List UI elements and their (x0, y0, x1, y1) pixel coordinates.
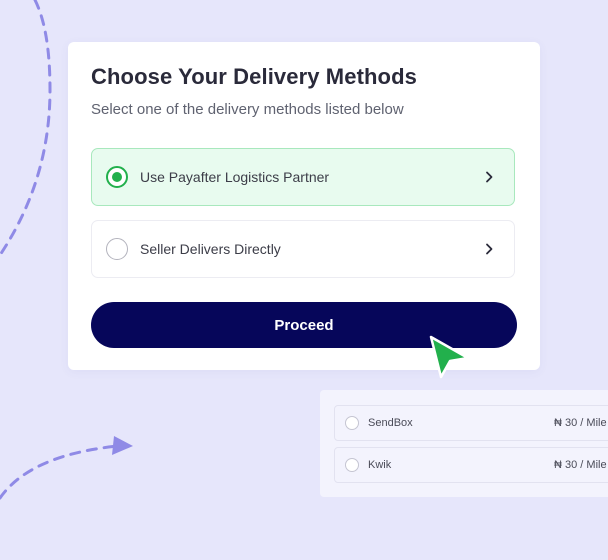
radio-icon[interactable] (106, 238, 128, 260)
carrier-option-kwik[interactable]: Kwik ₦ 30 / Mile (334, 447, 608, 483)
chevron-right-icon (486, 243, 493, 255)
carrier-options-panel: SendBox ₦ 30 / Mile Kwik ₦ 30 / Mile (320, 390, 608, 497)
carrier-option-sendbox[interactable]: SendBox ₦ 30 / Mile (334, 405, 608, 441)
option-label: Seller Delivers Directly (140, 241, 281, 257)
carrier-name: Kwik (368, 459, 392, 471)
chevron-right-icon (486, 171, 493, 183)
option-label: Use Payafter Logistics Partner (140, 169, 330, 185)
radio-icon[interactable] (345, 416, 359, 430)
carrier-name: SendBox (368, 417, 413, 429)
carrier-price: ₦ 30 / Mile (554, 417, 607, 429)
carrier-price: ₦ 30 / Mile (554, 459, 607, 471)
delivery-method-card: Choose Your Delivery Methods Select one … (68, 42, 540, 370)
arrow-head-icon (112, 436, 133, 455)
card-subtitle: Select one of the delivery methods liste… (91, 101, 404, 118)
option-payafter-logistics[interactable]: Use Payafter Logistics Partner (91, 148, 515, 206)
option-seller-delivers[interactable]: Seller Delivers Directly (91, 220, 515, 278)
radio-icon[interactable] (345, 458, 359, 472)
card-title: Choose Your Delivery Methods (91, 64, 417, 89)
radio-dot (112, 172, 122, 182)
radio-selected-icon[interactable] (106, 166, 128, 188)
cursor-arrow-icon (429, 335, 470, 379)
